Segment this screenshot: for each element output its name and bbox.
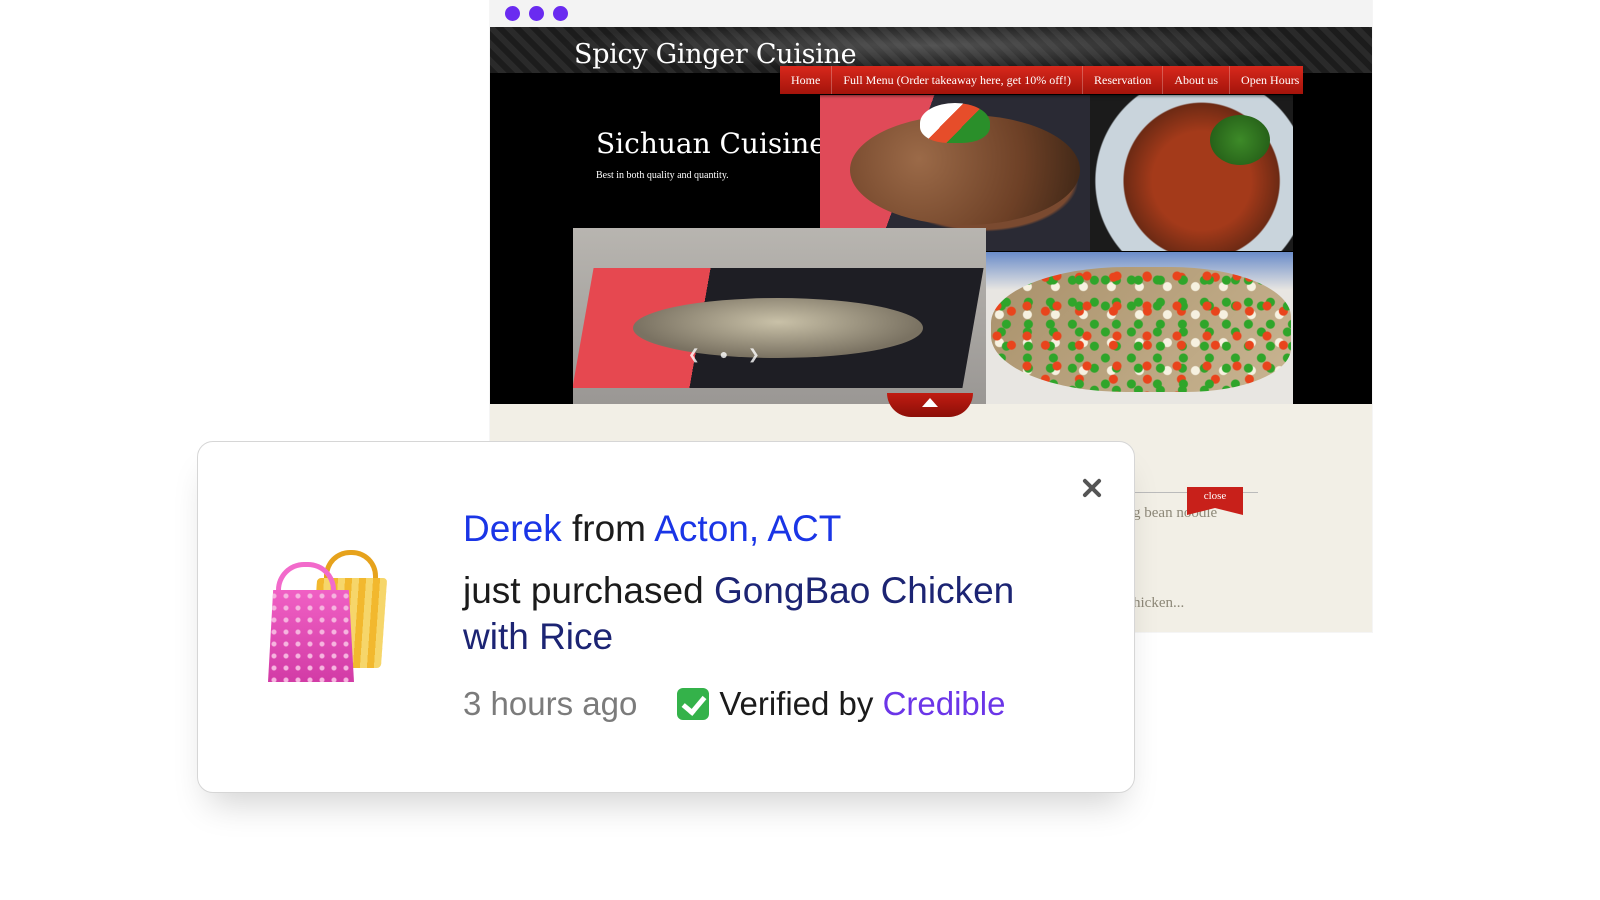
nav-about-us[interactable]: About us [1163,66,1231,94]
food-photo-prawns [1090,95,1293,251]
customer-location: Acton, ACT [654,508,842,549]
from-label: from [571,508,646,549]
close-icon[interactable] [1076,472,1108,504]
hero-text: Sichuan Cuisine Best in both quality and… [596,127,826,181]
menu-peek-text: hicken... [1133,595,1185,611]
action-label: just purchased [463,570,704,611]
verified-check-icon [677,688,710,720]
nav-reservation[interactable]: Reservation [1083,66,1164,94]
purchase-notification-card[interactable]: Derek from Acton, ACT just purchased Gon… [197,441,1135,793]
customer-name: Derek [463,508,562,549]
window-dot-icon [505,6,520,21]
main-nav: Home Full Menu (Order takeaway here, get… [780,66,1303,94]
window-dot-icon [529,6,544,21]
nav-full-menu[interactable]: Full Menu (Order takeaway here, get 10% … [832,66,1084,94]
notification-footer: 3 hours ago Verified by Credible [463,682,1083,726]
nav-open-hours[interactable]: Open Hours [1230,66,1310,94]
nav-home[interactable]: Home [780,66,833,94]
notification-text: Derek from Acton, ACT just purchased Gon… [463,504,1083,722]
window-dot-icon [553,6,568,21]
notification-headline: Derek from Acton, ACT [463,504,1083,554]
hero-title: Sichuan Cuisine [596,127,826,160]
collapse-toggle-button[interactable] [887,393,973,417]
website-hero: Spicy Ginger Cuisine Home Full Menu (Ord… [490,27,1372,404]
caret-up-icon [922,398,938,407]
browser-titlebar [490,0,1372,27]
credible-brand-link[interactable]: Credible [883,685,1006,722]
slider-controls-icon[interactable]: ❮ ● ❯ [688,346,768,363]
time-ago: 3 hours ago [463,685,638,722]
verified-label: Verified by [719,685,874,722]
purchase-description: just purchased GongBao Chicken with Rice [463,568,1083,660]
food-photo-fish: ❮ ● ❯ [573,228,986,404]
food-photo-flounder [986,252,1293,404]
hero-subtitle: Best in both quality and quantity. [596,170,729,181]
shopping-bags-icon [262,548,392,683]
